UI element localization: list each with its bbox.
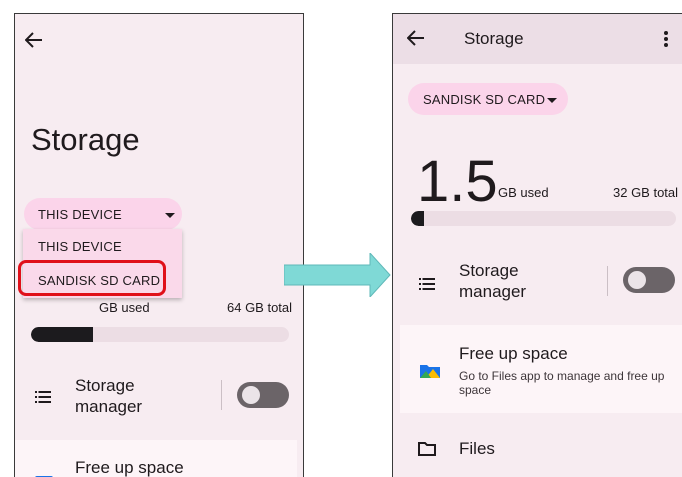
page-title: Storage	[31, 122, 140, 157]
caret-down-icon	[547, 98, 557, 103]
right-storage-screen: Storage SANDISK SD CARD 1.5 GB used 32 G…	[392, 13, 682, 477]
divider	[221, 380, 222, 410]
usage-bar	[411, 211, 676, 226]
used-label: GB used	[99, 300, 150, 315]
more-vert-icon[interactable]	[663, 30, 669, 48]
total-label: 64 GB total	[227, 300, 293, 315]
used-label: GB used	[498, 185, 549, 200]
free-up-space-title: Free up space	[459, 344, 568, 363]
storage-manager-label: Storage manager	[459, 261, 527, 301]
usage-bar-fill	[31, 327, 93, 342]
used-value: 1.5	[417, 149, 498, 214]
storage-manager-label: Storage manager	[75, 376, 143, 416]
caret-down-icon	[165, 213, 175, 218]
usage-bar	[31, 327, 289, 342]
volume-selector-label: THIS DEVICE	[38, 207, 122, 222]
list-icon	[419, 278, 435, 290]
transition-arrow-icon	[284, 253, 391, 297]
toggle-knob	[628, 271, 646, 289]
storage-manager-toggle[interactable]	[237, 382, 289, 408]
divider	[607, 266, 608, 296]
app-bar-title: Storage	[464, 29, 524, 48]
files-label[interactable]: Files	[459, 439, 495, 459]
usage-bar-fill	[411, 211, 425, 226]
volume-selector-label: SANDISK SD CARD	[423, 92, 546, 107]
files-app-icon	[420, 362, 440, 378]
arrow-left-icon[interactable]	[407, 30, 425, 46]
folder-icon	[418, 441, 436, 456]
volume-selector[interactable]: SANDISK SD CARD	[408, 83, 568, 115]
app-bar	[393, 14, 682, 64]
storage-manager-toggle[interactable]	[623, 267, 675, 293]
highlight-box	[18, 260, 166, 296]
toggle-knob	[242, 386, 260, 404]
arrow-left-icon[interactable]	[25, 32, 43, 48]
dropdown-item-this-device[interactable]: THIS DEVICE	[38, 239, 122, 254]
total-label: 32 GB total	[613, 185, 679, 200]
free-up-space-title: Free up space	[75, 458, 184, 477]
list-icon	[35, 391, 51, 403]
volume-selector[interactable]: THIS DEVICE	[24, 198, 182, 230]
free-up-space-subtitle: Go to Files app to manage and free up sp…	[459, 369, 665, 397]
